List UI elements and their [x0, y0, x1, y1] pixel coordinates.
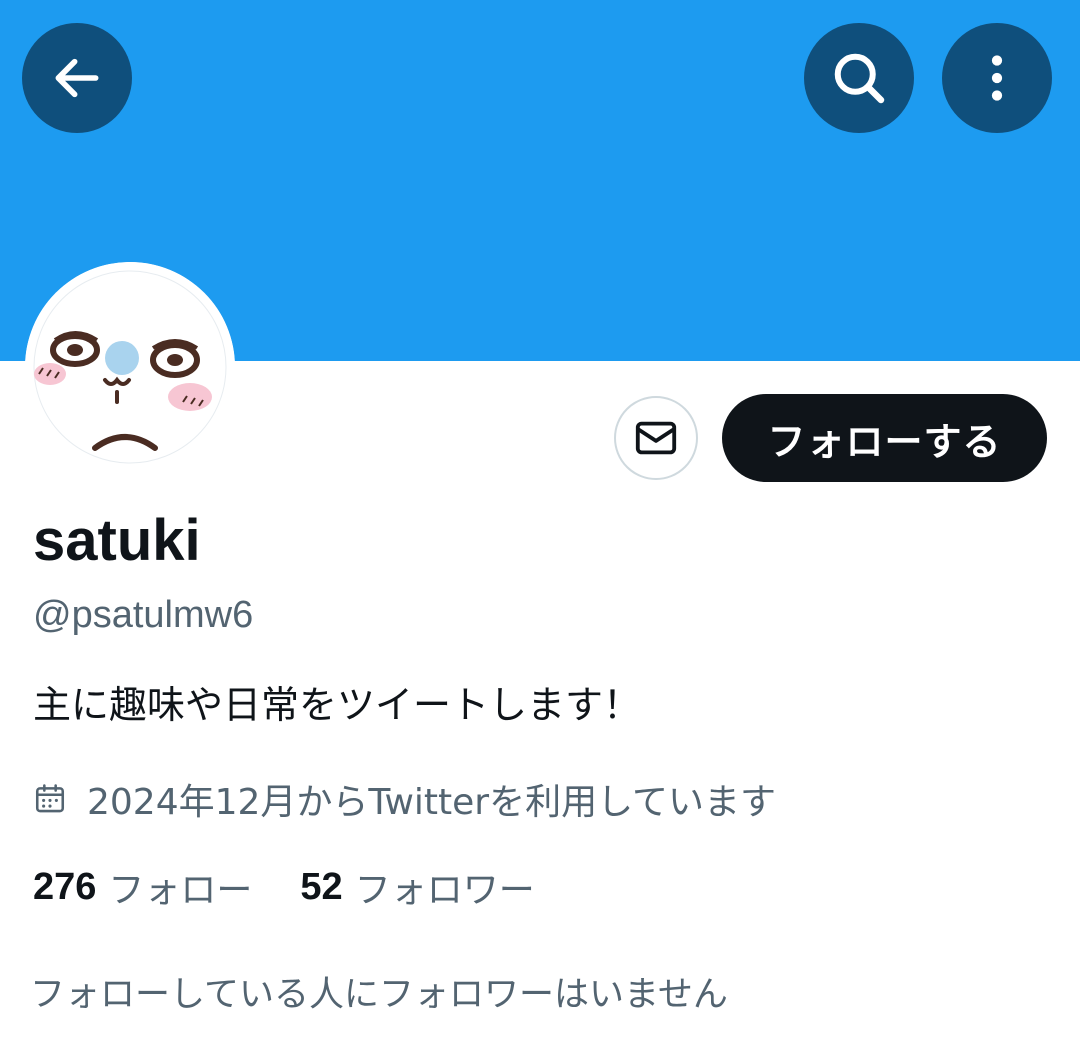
avatar-image [25, 262, 235, 472]
search-icon [834, 53, 885, 104]
following-count: 276 [33, 865, 97, 908]
followers-you-follow[interactable]: フォローしている人にフォロワーはいません [30, 970, 728, 1020]
handle: @psatulmw6 [33, 594, 254, 636]
more-vertical-icon [991, 55, 1003, 101]
bio: 主に趣味や日常をツイートします！ [33, 683, 642, 727]
follow-button[interactable]: フォローする [722, 394, 1047, 482]
more-options-button[interactable] [942, 23, 1052, 133]
followers-link[interactable]: 52 フォロワー [300, 861, 534, 913]
avatar[interactable] [25, 262, 235, 472]
calendar-icon [33, 782, 67, 816]
followers-count: 52 [300, 865, 343, 908]
search-button[interactable] [804, 23, 914, 133]
envelope-icon [635, 421, 677, 455]
display-name: satuki [33, 508, 201, 573]
following-label: フォロー [108, 870, 253, 911]
message-button[interactable] [614, 396, 698, 480]
following-link[interactable]: 276 フォロー [33, 861, 252, 913]
arrow-left-icon [55, 58, 99, 98]
followers-label: フォロワー [354, 870, 535, 911]
back-button[interactable] [22, 23, 132, 133]
joined-text: 2024年12月からTwitterを利用しています [87, 782, 777, 823]
joined-date: 2024年12月からTwitterを利用しています [33, 774, 776, 824]
follow-stats: 276 フォロー 52 フォロワー [33, 862, 535, 912]
